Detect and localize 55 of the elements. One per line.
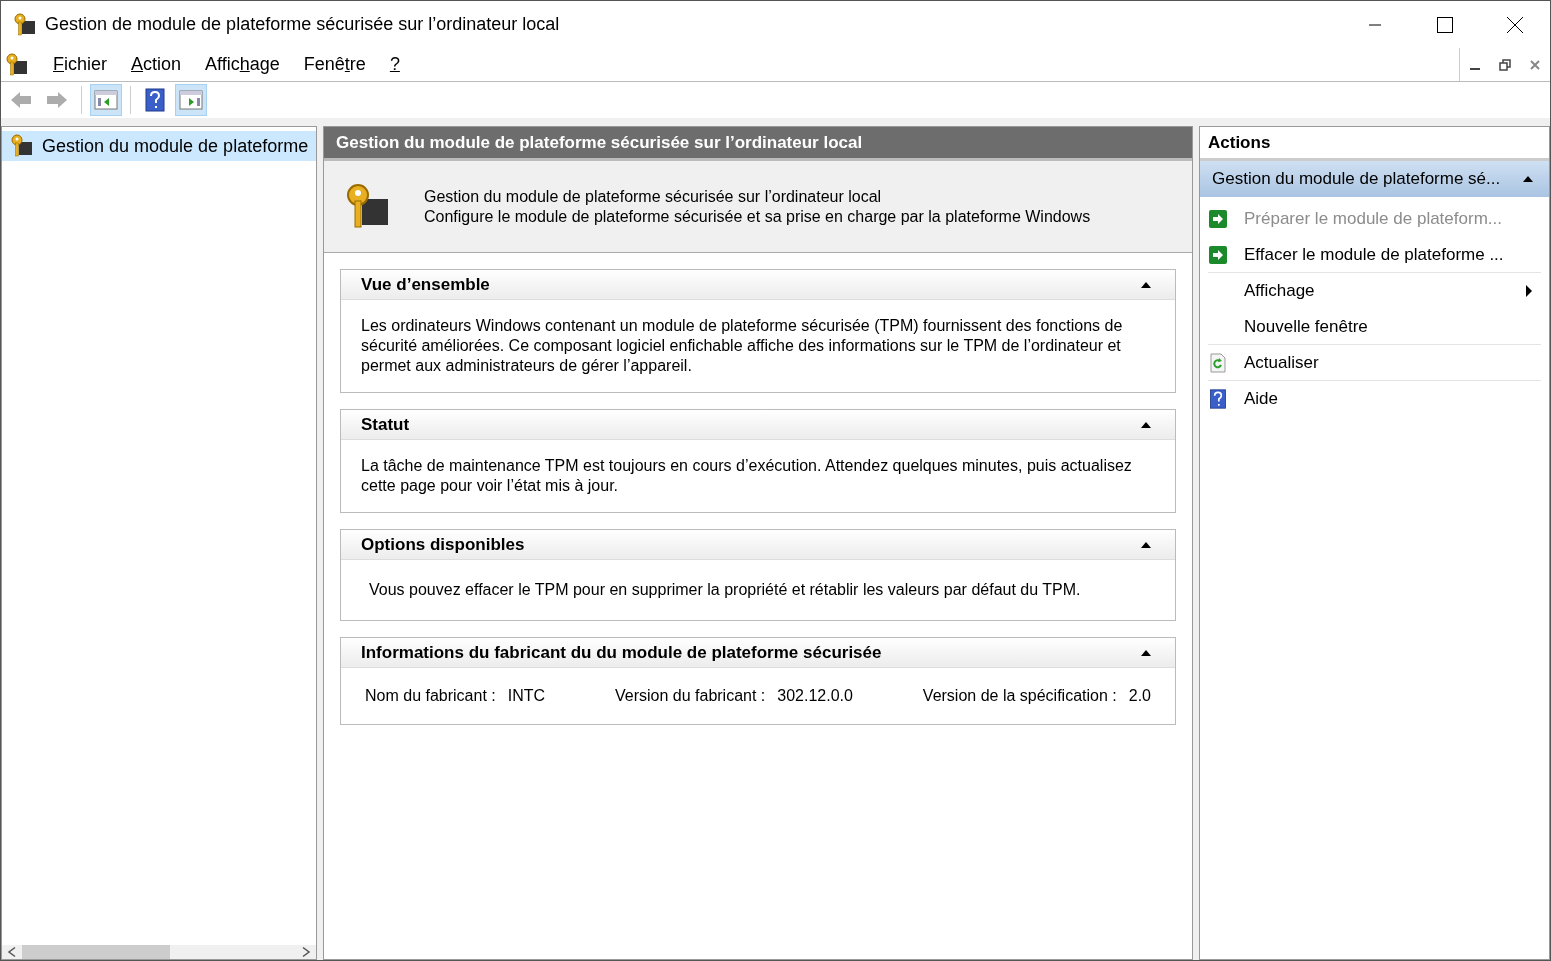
section-text: La tâche de maintenance TPM est toujours en cours d’exécution. Attendez quelques minutes, puis actualisez cette page pour voir l’état mis à jour. (360, 456, 1133, 496)
section-text: Vous pouvez effacer le TPM pour en supprimer la propriété et rétablir les valeurs par défaut du TPM. (368, 580, 1082, 600)
field-value: 302.12.0.0 (777, 686, 853, 706)
field-value: INTC (507, 686, 546, 706)
collapse-caret-icon[interactable] (1141, 420, 1151, 429)
section-text: Les ordinateurs Windows contenant un module de plateforme sécurisée (TPM) fournissent des fonctions de sécurité améliorées. Ce composant logiciel enfichable affiche des informations sur le TPM de l’ordinateur et permet aux administrateurs de gérer l’appareil. (360, 316, 1124, 376)
command-entry[interactable]: Effacer le module de plateforme ... (1208, 237, 1541, 273)
field-label: Version de la spécification : (922, 686, 1117, 706)
app-icon (13, 12, 37, 37)
menu-item[interactable]: Action (119, 51, 194, 78)
show-actions-button[interactable] (175, 84, 207, 116)
section-title: Vue d’ensemble (361, 273, 490, 296)
key-chip-icon (10, 134, 34, 158)
menu-item[interactable]: Fenêtre (291, 51, 378, 78)
show-actions-icon (179, 90, 203, 110)
collapse-caret-icon[interactable] (1141, 648, 1151, 657)
show-tree-icon (94, 90, 118, 110)
menu-item[interactable]: Affichage (193, 51, 292, 78)
refresh-icon (1208, 352, 1228, 373)
section-title: Statut (361, 413, 410, 436)
command-entry[interactable]: Affichage (1208, 273, 1541, 309)
back-arrow-icon (9, 90, 33, 110)
section-title: Informations du fabricant du du module de plateforme sécurisée (361, 641, 882, 664)
app-menu-icon (5, 52, 29, 77)
command-entry[interactable]: Aide (1208, 381, 1541, 417)
scrollbar-thumb[interactable] (22, 945, 170, 959)
command-entry[interactable]: Nouvelle fenêtre (1208, 309, 1541, 345)
collapse-caret-icon[interactable] (1141, 540, 1151, 549)
menu-item[interactable]: Fichier (41, 51, 119, 78)
content-header: Gestion du module de plateforme sécurisée sur l’ordinateur local (324, 127, 1192, 161)
collapse-caret-icon[interactable] (1523, 175, 1533, 183)
intro-text: Configure le module de plateforme sécurisée et sa prise en charge par la plateforme Windows (424, 206, 1091, 227)
tree-item[interactable]: Gestion du module de plateforme (2, 131, 316, 161)
actions-group-header[interactable]: Gestion du module de plateforme sé... (1200, 161, 1549, 197)
collapse-caret-icon[interactable] (1141, 280, 1151, 289)
command-entry[interactable]: Actualiser (1208, 345, 1541, 381)
show-tree-button[interactable] (90, 84, 122, 116)
field-label: Version du fabricant : (615, 686, 766, 706)
section-title: Options disponibles (361, 533, 525, 556)
horizontal-scrollbar[interactable] (2, 945, 316, 959)
close-icon (1530, 59, 1540, 70)
help-icon (145, 88, 165, 112)
field-label: Nom du fabricant : (365, 686, 496, 706)
close-icon (1507, 16, 1523, 33)
scroll-right-icon[interactable] (300, 946, 312, 958)
scroll-left-icon[interactable] (6, 946, 18, 958)
maximize-icon (1437, 16, 1453, 33)
window-title: Gestion de module de plateforme sécurisée sur l’ordinateur local (45, 13, 560, 36)
minimize-icon (1470, 67, 1480, 70)
restore-icon (1499, 58, 1511, 71)
menu-item[interactable]: ? (377, 51, 412, 78)
field-value: 2.0 (1128, 686, 1151, 706)
intro-text: Gestion du module de plateforme sécurisée sur l’ordinateur local (424, 186, 883, 207)
forward-arrow-icon (45, 90, 69, 110)
help-icon (1208, 389, 1228, 409)
